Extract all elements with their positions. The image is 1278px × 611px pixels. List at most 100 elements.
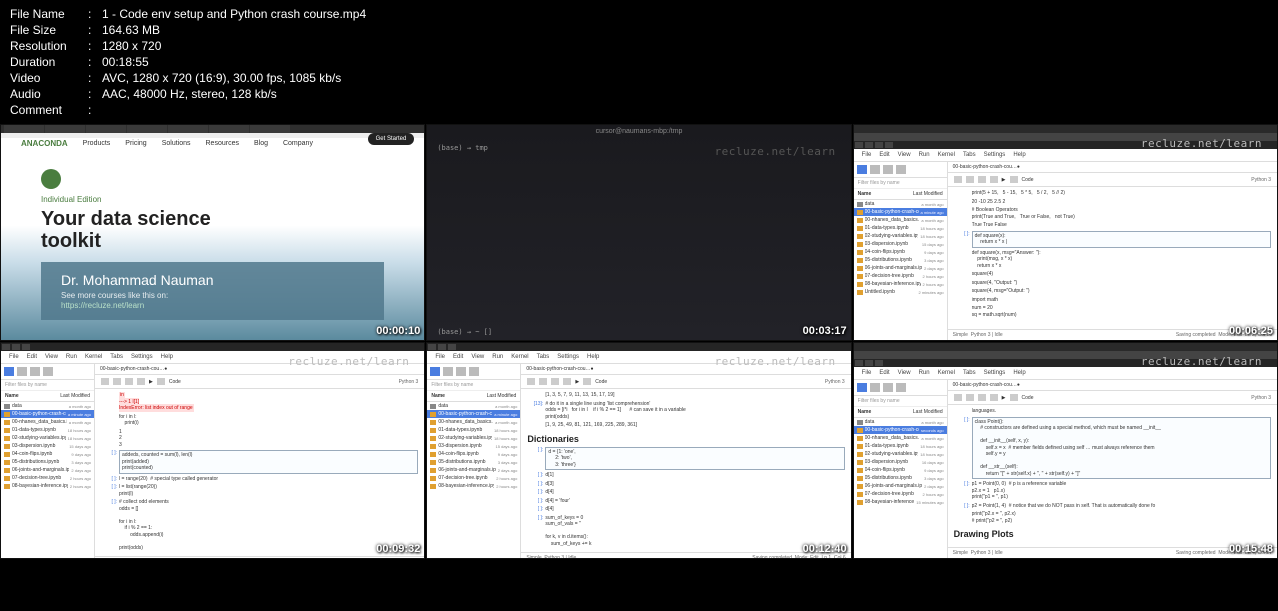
code-cell[interactable]: [ ]:d[1]	[527, 472, 844, 479]
file-item[interactable]: 01-data-types.ipynb18 hours ago	[854, 224, 947, 232]
thumb-1: ANACONDA ProductsPricingSolutionsResourc…	[0, 124, 425, 341]
code-cell[interactable]: [1, 9, 25, 49, 81, 121, 169, 225, 289, 3…	[527, 422, 844, 429]
notebook-tab[interactable]: 00-basic-python-crash-cou…●	[948, 162, 1277, 173]
notebook-toolbar[interactable]: ▶CodePython 3	[948, 391, 1277, 405]
file-browser[interactable]: Filter files by name NameLast Modified d…	[427, 364, 521, 559]
file-item[interactable]: 02-studying-variables.ipynb18 hours ago	[854, 450, 947, 458]
code-cell[interactable]: [ ]:d[3]	[527, 481, 844, 488]
file-item[interactable]: 08-bayesian-inference.ipynb2 hours ago	[1, 482, 94, 490]
code-cell[interactable]: [ ]:addeds, counted = sum(l), len(l) pri…	[101, 450, 418, 474]
file-item[interactable]: 08-bayesian-inference.ipynb2 hours ago	[854, 280, 947, 288]
timestamp: 00:15:48	[1229, 543, 1273, 555]
code-cell[interactable]: def square(x, msg="Answer: "): print(msg…	[954, 250, 1271, 270]
timestamp: 00:06:25	[1229, 325, 1273, 337]
code-cell[interactable]: import math	[954, 297, 1271, 304]
file-item[interactable]: 04-coin-flips.ipynb9 days ago	[854, 248, 947, 256]
code-cell[interactable]: [ ]:class Point(): # constructors are de…	[954, 417, 1271, 480]
file-item[interactable]: 05-distributions.ipynb3 days ago	[427, 458, 520, 466]
code-cell[interactable]: print(5 + 15, 5 - 15, 5 * 5, 5 / 2, 5 //…	[954, 190, 1271, 197]
file-browser[interactable]: Filter files by name NameLast Modified d…	[854, 162, 948, 340]
code-cell[interactable]: 20 -10 25 2.5 2	[954, 199, 1271, 206]
file-item[interactable]: 08-bayesian-inference.ipynb15 minutes ag…	[854, 498, 947, 506]
code-cell[interactable]: # Boolean Operators print(True and True,…	[954, 207, 1271, 220]
watermark: recluze.net/learn	[1141, 137, 1262, 150]
file-item[interactable]: 02-studying-variables.ipynb18 hours ago	[427, 434, 520, 442]
code-cell[interactable]: [ ]:p1 = Point(0, 0) # p is a reference …	[954, 481, 1271, 501]
file-item[interactable]: 02-studying-variables.ipynb18 hours ago	[1, 434, 94, 442]
file-item[interactable]: 06-joints-and-marginals.ipynb2 days ago	[854, 264, 947, 272]
code-cell[interactable]: print("p2.x = ", p2.x) # print("p2 = ", …	[954, 511, 1271, 524]
code-cell[interactable]: [ ]:sum_of_keys = 0 sum_of_vals = '' for…	[527, 515, 844, 548]
file-item[interactable]: 03-dispersion.ipynb16 days ago	[854, 458, 947, 466]
code-cell[interactable]: [ ]:# collect odd elements odds = [] for…	[101, 499, 418, 551]
code-cell[interactable]: [ ]:l = range(20) # special type called …	[101, 476, 418, 483]
notebook-tab[interactable]: 00-basic-python-crash-cou…●	[948, 380, 1277, 391]
code-cell[interactable]: square(4, "Output: ")	[954, 280, 1271, 287]
code-cell[interactable]: 1 2 3	[101, 429, 418, 449]
file-item[interactable]: 00-nhanes_data_basics.ipynba month ago	[427, 418, 520, 426]
file-item[interactable]: 01-data-types.ipynb18 hours ago	[854, 442, 947, 450]
markdown-heading: Drawing Plots	[954, 526, 1271, 542]
code-cell[interactable]: languages.	[954, 408, 1271, 415]
jupyter-menu[interactable]: FileEditViewRunKernelTabsSettingsHelp	[854, 367, 1277, 380]
file-item[interactable]: 06-joints-and-marginals.ipynb2 days ago	[427, 466, 520, 474]
code-cell[interactable]: [ ]:d[4]	[527, 489, 844, 496]
file-item[interactable]: 00-basic-python-crash-course.ipynbsecond…	[854, 426, 947, 434]
code-cell[interactable]: square(4)	[954, 271, 1271, 278]
folder-item[interactable]: dataa month ago	[427, 402, 520, 410]
folder-item[interactable]: dataa month ago	[854, 418, 947, 426]
file-item[interactable]: 01-data-types.ipynb18 hours ago	[427, 426, 520, 434]
file-item[interactable]: 03-dispersion.ipynb15 days ago	[854, 240, 947, 248]
code-cell[interactable]: [ ]:p2 = Point(1, 4) # notice that we do…	[954, 503, 1271, 510]
code-cell[interactable]: square(4, msg="Output: ")	[954, 288, 1271, 295]
file-item[interactable]: 00-basic-python-crash-course.ipynba minu…	[854, 208, 947, 216]
file-item[interactable]: 07-decision-tree.ipynb2 hours ago	[854, 272, 947, 280]
file-item[interactable]: 03-dispersion.ipynb15 days ago	[427, 442, 520, 450]
file-item[interactable]: 00-nhanes_data_basics.ipynba month ago	[854, 216, 947, 224]
terminal-body[interactable]: (base) → tmp	[427, 138, 850, 324]
folder-item[interactable]: dataa month ago	[854, 200, 947, 208]
file-item[interactable]: 00-nhanes_data_basics.ipynba month ago	[1, 418, 94, 426]
notebook-toolbar[interactable]: ▶CodePython 3	[948, 173, 1277, 187]
file-item[interactable]: 05-distributions.ipynb3 days ago	[1, 458, 94, 466]
file-item[interactable]: 07-decision-tree.ipynb2 hours ago	[1, 474, 94, 482]
file-browser[interactable]: Filter files by name NameLast Modified d…	[854, 380, 948, 558]
file-item[interactable]: 00-basic-python-crash-course.ipynba minu…	[1, 410, 94, 418]
timestamp: 00:03:17	[803, 325, 847, 337]
file-item[interactable]: 00-nhanes_data_basics.ipynba month ago	[854, 434, 947, 442]
notebook-toolbar[interactable]: ▶CodePython 3	[521, 375, 850, 389]
code-cell[interactable]: True True False	[954, 222, 1271, 229]
file-item[interactable]: 07-decision-tree.ipynb2 hours ago	[427, 474, 520, 482]
meta-audio: Audio:AAC, 48000 Hz, stereo, 128 kb/s	[10, 86, 1268, 102]
folder-item[interactable]: dataa month ago	[1, 402, 94, 410]
code-cell[interactable]: [ ]:d = {1: 'one', 2: 'two', 3: 'three'}	[527, 447, 844, 471]
code-cell[interactable]: [ ]:def square(x): return x * x |	[954, 231, 1271, 248]
file-item[interactable]: 04-coin-flips.ipynb9 days ago	[1, 450, 94, 458]
file-item[interactable]: 02-studying-variables.ipynb18 hours ago	[854, 232, 947, 240]
file-item[interactable]: 01-data-types.ipynb18 hours ago	[1, 426, 94, 434]
code-cell[interactable]: for i in l: print(i)	[101, 414, 418, 427]
code-cell[interactable]: [1, 3, 5, 7, 9, 11, 13, 15, 17, 19]	[527, 392, 844, 399]
get-started-button[interactable]: Get Started	[368, 133, 415, 145]
code-cell[interactable]: in ---> 1 l[1] IndexError: list index ou…	[101, 392, 418, 412]
file-item[interactable]: 06-joints-and-marginals.ipynb2 days ago	[854, 482, 947, 490]
file-item[interactable]: 05-distributions.ipynb3 days ago	[854, 474, 947, 482]
file-item[interactable]: 04-coin-flips.ipynb9 days ago	[854, 466, 947, 474]
code-cell[interactable]: [ ]:d[4]	[527, 506, 844, 513]
code-cell[interactable]: [ ]:l = list(range(20)) print(l)	[101, 484, 418, 497]
file-item[interactable]: 05-distributions.ipynb3 days ago	[854, 256, 947, 264]
code-cell[interactable]: [13]:# do it in a single line using 'lis…	[527, 401, 844, 421]
code-cell[interactable]: [ ]:d[4] = 'four'	[527, 498, 844, 505]
notebook-toolbar[interactable]: ▶CodePython 3	[95, 375, 424, 389]
file-item[interactable]: 04-coin-flips.ipynb9 days ago	[427, 450, 520, 458]
file-item[interactable]: 00-basic-python-crash-course.ipynba minu…	[427, 410, 520, 418]
file-item[interactable]: Untitled.ipynb2 minutes ago	[854, 288, 947, 296]
code-cell[interactable]: num = 20 sq = math.sqrt(num)	[954, 305, 1271, 318]
file-item[interactable]: 08-bayesian-inference.ipynb2 hours ago	[427, 482, 520, 490]
file-browser[interactable]: Filter files by name NameLast Modified d…	[1, 364, 95, 559]
watermark: recluze.net/learn	[1141, 355, 1262, 368]
jupyter-menu[interactable]: FileEditViewRunKernelTabsSettingsHelp	[854, 149, 1277, 162]
file-item[interactable]: 06-joints-and-marginals.ipynb2 days ago	[1, 466, 94, 474]
file-item[interactable]: 03-dispersion.ipynb15 days ago	[1, 442, 94, 450]
file-item[interactable]: 07-decision-tree.ipynb2 hours ago	[854, 490, 947, 498]
